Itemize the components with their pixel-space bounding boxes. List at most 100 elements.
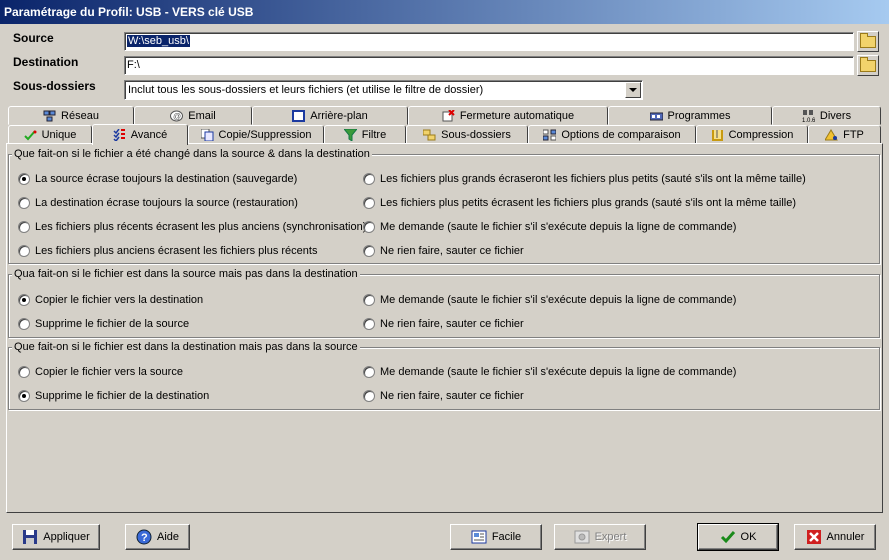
radio-indicator[interactable]	[363, 221, 375, 233]
radio-newer-overwrites[interactable]: Les fichiers plus récents écrasent les p…	[18, 221, 366, 233]
radio-skip[interactable]: Ne rien faire, sauter ce fichier	[363, 318, 524, 330]
tab-label: Divers	[819, 109, 852, 122]
close-icon	[806, 529, 822, 545]
radio-ask-me[interactable]: Me demande (saute le fichier s'il s'exéc…	[363, 221, 736, 233]
expert-button[interactable]: Expert	[554, 524, 646, 550]
tab-ftp[interactable]: FTP	[808, 125, 881, 144]
radio-label: Supprime le fichier de la destination	[35, 390, 210, 402]
radio-indicator[interactable]	[363, 245, 375, 257]
radio-delete-from-destination[interactable]: Supprime le fichier de la destination	[18, 390, 209, 402]
radio-copy-to-destination[interactable]: Copier le fichier vers la destination	[18, 294, 203, 306]
button-label: Expert	[594, 531, 627, 543]
radio-older-overwrites[interactable]: Les fichiers plus anciens écrasent les f…	[18, 245, 317, 257]
radio-ask-me[interactable]: Me demande (saute le fichier s'il s'exéc…	[363, 294, 736, 306]
svg-text:1.0.6: 1.0.6	[802, 118, 815, 122]
radio-delete-from-source[interactable]: Supprime le fichier de la source	[18, 318, 189, 330]
programs-icon	[649, 110, 664, 122]
radio-indicator[interactable]	[18, 173, 30, 185]
tab-label: Options de comparaison	[561, 128, 681, 141]
radio-indicator[interactable]	[363, 366, 375, 378]
radio-label: Copier le fichier vers la source	[35, 366, 183, 378]
radio-skip[interactable]: Ne rien faire, sauter ce fichier	[363, 245, 524, 257]
source-browse-button[interactable]	[857, 31, 879, 52]
easy-icon	[471, 529, 487, 545]
radio-indicator[interactable]	[363, 390, 375, 402]
radio-skip[interactable]: Ne rien faire, sauter ce fichier	[363, 390, 524, 402]
tab-divers[interactable]: 1.0.6 Divers	[772, 106, 881, 125]
radio-indicator[interactable]	[18, 390, 30, 402]
compression-icon	[711, 129, 724, 141]
radio-indicator[interactable]	[18, 221, 30, 233]
radio-label: Me demande (saute le fichier s'il s'exéc…	[380, 366, 737, 378]
tab-copie-suppression[interactable]: Copie/Suppression	[188, 125, 324, 144]
apply-button[interactable]: Appliquer	[12, 524, 100, 550]
radio-indicator[interactable]	[18, 294, 30, 306]
source-input[interactable]: W:\seb_usb\	[124, 32, 854, 51]
destination-input[interactable]: F:\	[124, 56, 854, 75]
svg-text:?: ?	[141, 532, 148, 544]
radio-indicator[interactable]	[18, 366, 30, 378]
radio-larger-overwrites[interactable]: Les fichiers plus grands écraseront les …	[363, 173, 806, 185]
radio-label: Les fichiers plus petits écrasent les fi…	[380, 197, 797, 209]
radio-indicator[interactable]	[363, 197, 375, 209]
radio-indicator[interactable]	[363, 173, 375, 185]
radio-source-overwrites[interactable]: La source écrase toujours la destination…	[18, 173, 297, 185]
tab-label: Sous-dossiers	[441, 128, 511, 141]
chevron-down-icon	[629, 88, 637, 92]
tab-sous-dossiers[interactable]: Sous-dossiers	[406, 125, 528, 144]
compare-icon	[542, 129, 557, 141]
filter-icon	[342, 128, 358, 142]
tab-email[interactable]: @ Email	[134, 106, 252, 125]
tab-compression[interactable]: Compression	[696, 125, 808, 144]
radio-smaller-overwrites[interactable]: Les fichiers plus petits écrasent les fi…	[363, 197, 796, 209]
subfolders-select[interactable]: Inclut tous les sous-dossiers et leurs f…	[124, 80, 643, 100]
background-icon	[292, 109, 306, 122]
tab-label: Unique	[41, 128, 77, 141]
radio-indicator[interactable]	[18, 245, 30, 257]
destination-browse-button[interactable]	[857, 55, 879, 76]
radio-label: Supprime le fichier de la source	[35, 318, 190, 330]
tab-label: Copie/Suppression	[218, 128, 312, 141]
radio-destination-overwrites[interactable]: La destination écrase toujours la source…	[18, 197, 298, 209]
tab-label: Réseau	[61, 109, 99, 122]
cancel-button[interactable]: Annuler	[794, 524, 876, 550]
button-label: Annuler	[826, 531, 865, 543]
ok-button[interactable]: OK	[697, 523, 779, 551]
tab-label: Compression	[728, 128, 794, 141]
radio-label: Me demande (saute le fichier s'il s'exéc…	[380, 221, 737, 233]
dropdown-button[interactable]	[625, 82, 641, 98]
radio-ask-me[interactable]: Me demande (saute le fichier s'il s'exéc…	[363, 366, 736, 378]
tab-fermeture-automatique[interactable]: Fermeture automatique	[408, 106, 608, 125]
advanced-icon	[113, 128, 126, 143]
tab-options-comparaison[interactable]: Options de comparaison	[528, 125, 696, 144]
button-label: OK	[740, 531, 757, 543]
radio-indicator[interactable]	[363, 318, 375, 330]
group-only-in-source: Qua fait-on si le fichier est dans la so…	[8, 267, 880, 338]
radio-indicator[interactable]	[363, 294, 375, 306]
button-label: Aide	[156, 531, 180, 543]
radio-label: La destination écrase toujours la source…	[35, 197, 298, 209]
tab-unique[interactable]: Unique	[8, 125, 92, 144]
tab-label: Fermeture automatique	[459, 109, 575, 122]
help-icon: ?	[136, 529, 152, 545]
easy-button[interactable]: Facile	[450, 524, 542, 550]
folder-icon	[860, 56, 876, 72]
button-label: Appliquer	[43, 531, 90, 543]
auto-close-icon	[442, 108, 455, 122]
help-button[interactable]: ? Aide	[125, 524, 190, 550]
tab-filtre[interactable]: Filtre	[324, 125, 406, 144]
email-icon: @	[170, 110, 184, 122]
radio-label: Ne rien faire, sauter ce fichier	[380, 390, 524, 402]
radio-indicator[interactable]	[18, 197, 30, 209]
radio-label: Copier le fichier vers la destination	[35, 294, 204, 306]
tab-programmes[interactable]: Programmes	[608, 106, 772, 125]
group-title: Qua fait-on si le fichier est dans la so…	[12, 267, 360, 281]
tab-arriere-plan[interactable]: Arrière-plan	[252, 106, 408, 125]
radio-indicator[interactable]	[18, 318, 30, 330]
tab-avance[interactable]: Avancé	[92, 124, 188, 145]
button-label: Facile	[491, 531, 522, 543]
radio-copy-to-source[interactable]: Copier le fichier vers la source	[18, 366, 183, 378]
tab-reseau[interactable]: Réseau	[8, 106, 134, 125]
radio-label: Les fichiers plus grands écraseront les …	[380, 173, 806, 185]
tab-label: Avancé	[130, 129, 168, 141]
